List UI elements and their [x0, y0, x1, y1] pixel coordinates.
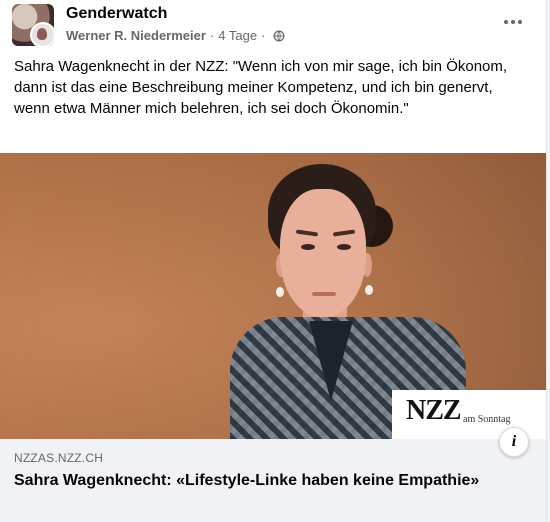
post-text: Sahra Wagenknecht in der NZZ: "Wenn ich …	[14, 58, 508, 117]
nzz-logo: NZZ	[406, 395, 462, 426]
info-icon: i	[511, 433, 517, 450]
link-domain[interactable]: NZZAS.NZZ.CH	[14, 451, 103, 465]
post-image[interactable]: NZZ am Sonntag	[0, 153, 546, 439]
nzz-logo-subtitle: am Sonntag	[463, 414, 511, 425]
post-header: Genderwatch Werner R. Niedermeier · 4 Ta…	[0, 0, 546, 54]
author-name-link[interactable]: Werner R. Niedermeier	[66, 28, 206, 43]
globe-icon	[273, 30, 285, 41]
more-options-button[interactable]	[498, 10, 528, 34]
post-timestamp[interactable]: 4 Tage	[218, 28, 257, 43]
link-headline[interactable]: Sahra Wagenknecht: «Lifestyle-Linke habe…	[14, 470, 484, 492]
author-avatar[interactable]	[30, 22, 54, 46]
more-horizontal-icon	[504, 20, 508, 24]
group-avatar[interactable]	[12, 4, 54, 46]
meta-separator-2: ·	[261, 28, 266, 43]
post-meta: Werner R. Niedermeier · 4 Tage ·	[66, 28, 285, 43]
post-card: Genderwatch Werner R. Niedermeier · 4 Ta…	[0, 0, 547, 522]
info-button[interactable]: i	[499, 427, 529, 457]
meta-separator: ·	[209, 28, 215, 43]
group-name-link[interactable]: Genderwatch	[66, 5, 167, 23]
